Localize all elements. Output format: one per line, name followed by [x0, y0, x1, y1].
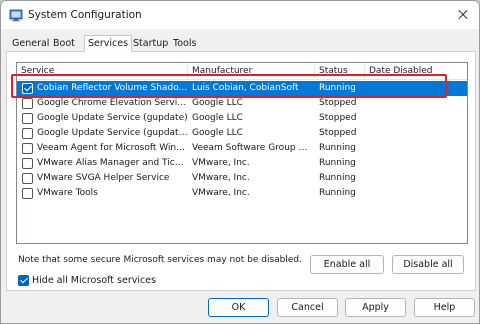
tab-boot[interactable]: Boot — [50, 37, 78, 51]
service-checkbox[interactable] — [22, 173, 33, 184]
service-name-cell: Veeam Agent for Microsoft Wind... — [37, 143, 188, 153]
help-button[interactable]: Help — [414, 298, 475, 317]
manufacturer-cell: Google LLC — [192, 98, 243, 108]
table-row[interactable]: Google Update Service (gupdatem) Google L… — [17, 126, 467, 141]
table-row[interactable]: Cobian Reflector Volume Shado... Luis Cob… — [17, 81, 467, 96]
tab-general[interactable]: General — [9, 37, 52, 51]
apply-button[interactable]: Apply — [345, 298, 406, 317]
service-checkbox[interactable] — [22, 83, 33, 94]
column-manufacturer[interactable]: Manufacturer — [188, 63, 315, 80]
service-checkbox[interactable] — [22, 113, 33, 124]
table-row[interactable]: VMware Alias Manager and Ticke... VMware,… — [17, 156, 467, 171]
enable-all-button[interactable]: Enable all — [310, 255, 384, 274]
service-checkbox[interactable] — [22, 128, 33, 139]
manufacturer-cell: VMware, Inc. — [192, 158, 250, 168]
service-name-cell: Cobian Reflector Volume Shado... — [37, 83, 188, 93]
date-disabled-cell — [369, 111, 465, 126]
manufacturer-cell: VMware, Inc. — [192, 173, 250, 183]
tab-startup[interactable]: Startup — [130, 37, 171, 51]
system-configuration-window: System Configuration General Boot Servic… — [0, 0, 480, 324]
service-name-cell: VMware SVGA Helper Service — [37, 173, 170, 183]
cancel-button[interactable]: Cancel — [277, 298, 338, 317]
status-cell: Running — [319, 143, 356, 153]
services-list[interactable]: Service Manufacturer Status Date Disable… — [16, 62, 468, 244]
system-config-icon — [9, 9, 23, 22]
status-cell: Stopped — [319, 113, 357, 123]
hide-microsoft-services-checkbox[interactable] — [18, 274, 32, 288]
date-disabled-cell — [369, 156, 465, 171]
manufacturer-cell: Google LLC — [192, 113, 243, 123]
status-cell: Running — [319, 158, 356, 168]
service-name-cell: Google Update Service (gupdate) — [37, 113, 188, 123]
status-cell: Stopped — [319, 128, 357, 138]
table-row[interactable]: Veeam Agent for Microsoft Wind... Veeam S… — [17, 141, 467, 156]
manufacturer-cell: Luis Cobian, CobianSoft — [192, 83, 299, 93]
table-header: Service Manufacturer Status Date Disable… — [17, 63, 467, 80]
table-row[interactable]: VMware SVGA Helper Service VMware, Inc. Ru… — [17, 171, 467, 186]
column-service[interactable]: Service — [17, 63, 188, 80]
service-checkbox[interactable] — [22, 188, 33, 199]
window-title: System Configuration — [28, 9, 142, 21]
tab-tools[interactable]: Tools — [170, 37, 199, 51]
disable-all-button[interactable]: Disable all — [392, 255, 464, 274]
close-icon[interactable] — [447, 1, 479, 29]
date-disabled-cell — [369, 141, 465, 156]
date-disabled-cell — [369, 126, 465, 141]
service-checkbox[interactable] — [22, 158, 33, 169]
date-disabled-cell — [369, 96, 465, 111]
service-name-cell: Google Chrome Elevation Servic... — [37, 98, 188, 108]
manufacturer-cell: Veeam Software Group G... — [192, 143, 313, 153]
service-name-cell: VMware Alias Manager and Ticke... — [37, 158, 188, 168]
manufacturer-cell: Google LLC — [192, 128, 243, 138]
services-panel: Service Manufacturer Status Date Disable… — [6, 51, 476, 291]
manufacturer-cell: VMware, Inc. — [192, 188, 250, 198]
tab-services[interactable]: Services — [84, 35, 133, 52]
title-bar: System Configuration — [1, 1, 479, 29]
checkbox-icon — [18, 275, 29, 286]
service-checkbox[interactable] — [22, 143, 33, 154]
status-cell: Running — [319, 173, 356, 183]
hide-microsoft-services-label[interactable]: Hide all Microsoft services — [32, 275, 156, 286]
table-row[interactable]: Google Update Service (gupdate) Google LL… — [17, 111, 467, 126]
service-name-cell: Google Update Service (gupdatem) — [37, 128, 188, 138]
ok-button[interactable]: OK — [208, 298, 269, 317]
column-status[interactable]: Status — [315, 63, 365, 80]
service-name-cell: VMware Tools — [37, 188, 98, 198]
status-cell: Stopped — [319, 98, 357, 108]
service-checkbox[interactable] — [22, 98, 33, 109]
table-row[interactable]: Google Chrome Elevation Servic... Google … — [17, 96, 467, 111]
status-cell: Running — [319, 188, 356, 198]
table-row[interactable]: VMware Tools VMware, Inc. Running — [17, 186, 467, 201]
date-disabled-cell — [369, 171, 465, 186]
date-disabled-cell — [369, 81, 465, 96]
column-date-disabled[interactable]: Date Disabled — [365, 63, 467, 80]
date-disabled-cell — [369, 186, 465, 201]
secure-services-note: Note that some secure Microsoft services… — [18, 255, 302, 265]
status-cell: Running — [319, 83, 356, 93]
